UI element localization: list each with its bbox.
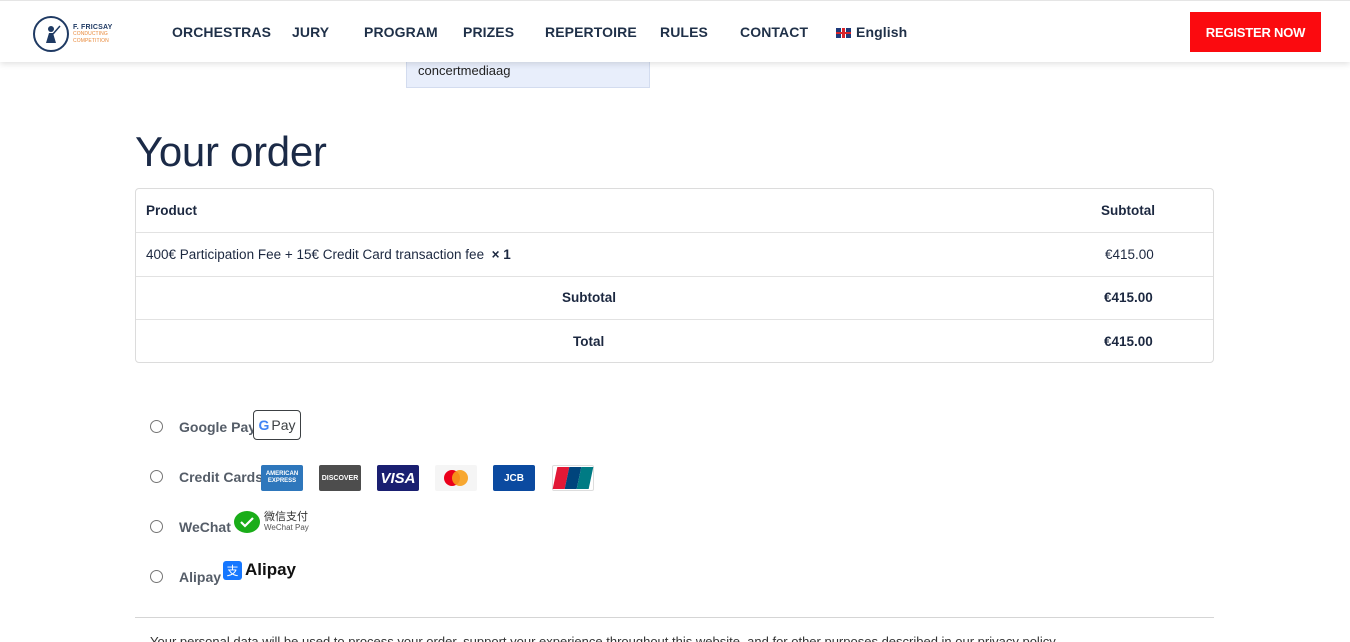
total-row: Total €415.00 <box>136 320 1213 364</box>
page-title: Your order <box>135 128 327 175</box>
nav-item-rules[interactable]: RULES <box>660 24 708 40</box>
subtotal-value: €415.00 <box>1104 290 1153 305</box>
wechat-label: WeChat <box>179 519 231 535</box>
section-divider <box>135 617 1214 618</box>
jcb-icon: JCB <box>493 465 535 491</box>
product-name: 400€ Participation Fee + 15€ Credit Card… <box>146 247 511 262</box>
subtotal-row: Subtotal €415.00 <box>136 276 1213 320</box>
subtotal-label: Subtotal <box>562 290 616 305</box>
privacy-notice: Your personal data will be used to proce… <box>150 634 1059 642</box>
nav-item-jury[interactable]: JURY <box>292 24 329 40</box>
credit-cards-label: Credit Cards <box>179 469 264 485</box>
column-header-subtotal: Subtotal <box>1101 203 1155 218</box>
total-value: €415.00 <box>1104 334 1153 349</box>
alipay-icon: 支 Alipay <box>223 559 296 581</box>
nav-item-prizes[interactable]: PRIZES <box>463 24 514 40</box>
wechat-pay-icon: 微信支付 WeChat Pay <box>234 509 314 535</box>
register-now-button[interactable]: REGISTER NOW <box>1190 12 1321 52</box>
amex-icon: AMERICAN EXPRESS <box>261 465 303 491</box>
language-label: English <box>856 24 908 40</box>
table-header-row: Product Subtotal <box>136 189 1213 233</box>
alipay-label: Alipay <box>179 569 222 585</box>
logo-title: F. FRICSAY <box>73 23 113 31</box>
visa-icon: VISA <box>377 465 419 491</box>
google-pay-radio[interactable] <box>150 420 163 433</box>
uk-flag-icon <box>836 28 851 38</box>
discover-icon: DISCOVER <box>319 465 361 491</box>
order-table: Product Subtotal 400€ Participation Fee … <box>135 188 1214 363</box>
google-pay-label: Google Pay <box>179 419 257 435</box>
alipay-radio[interactable] <box>150 570 163 583</box>
nav-item-repertoire[interactable]: REPERTOIRE <box>545 24 637 40</box>
mastercard-icon <box>435 465 477 491</box>
unionpay-icon <box>552 465 594 491</box>
google-pay-icon: G Pay <box>253 410 301 440</box>
product-quantity: × 1 <box>491 247 511 262</box>
wechat-radio[interactable] <box>150 520 163 533</box>
nav-item-program[interactable]: PROGRAM <box>364 24 438 40</box>
logo-subtitle: CONDUCTING <box>73 30 108 37</box>
table-row: 400€ Participation Fee + 15€ Credit Card… <box>136 233 1213 277</box>
competition-logo[interactable]: F. FRICSAY CONDUCTING COMPETITION <box>33 16 123 52</box>
nav-item-orchestras[interactable]: ORCHESTRAS <box>172 24 271 40</box>
total-label: Total <box>573 334 605 349</box>
product-price: €415.00 <box>1105 247 1154 262</box>
site-header: F. FRICSAY CONDUCTING COMPETITION ORCHES… <box>0 0 1350 62</box>
logo-subtitle-2: COMPETITION <box>73 37 109 44</box>
conductor-emblem-icon <box>33 16 69 52</box>
credit-cards-radio[interactable] <box>150 470 163 483</box>
nav-item-contact[interactable]: CONTACT <box>740 24 808 40</box>
column-header-product: Product <box>146 203 198 218</box>
language-switcher[interactable]: English <box>836 24 907 40</box>
